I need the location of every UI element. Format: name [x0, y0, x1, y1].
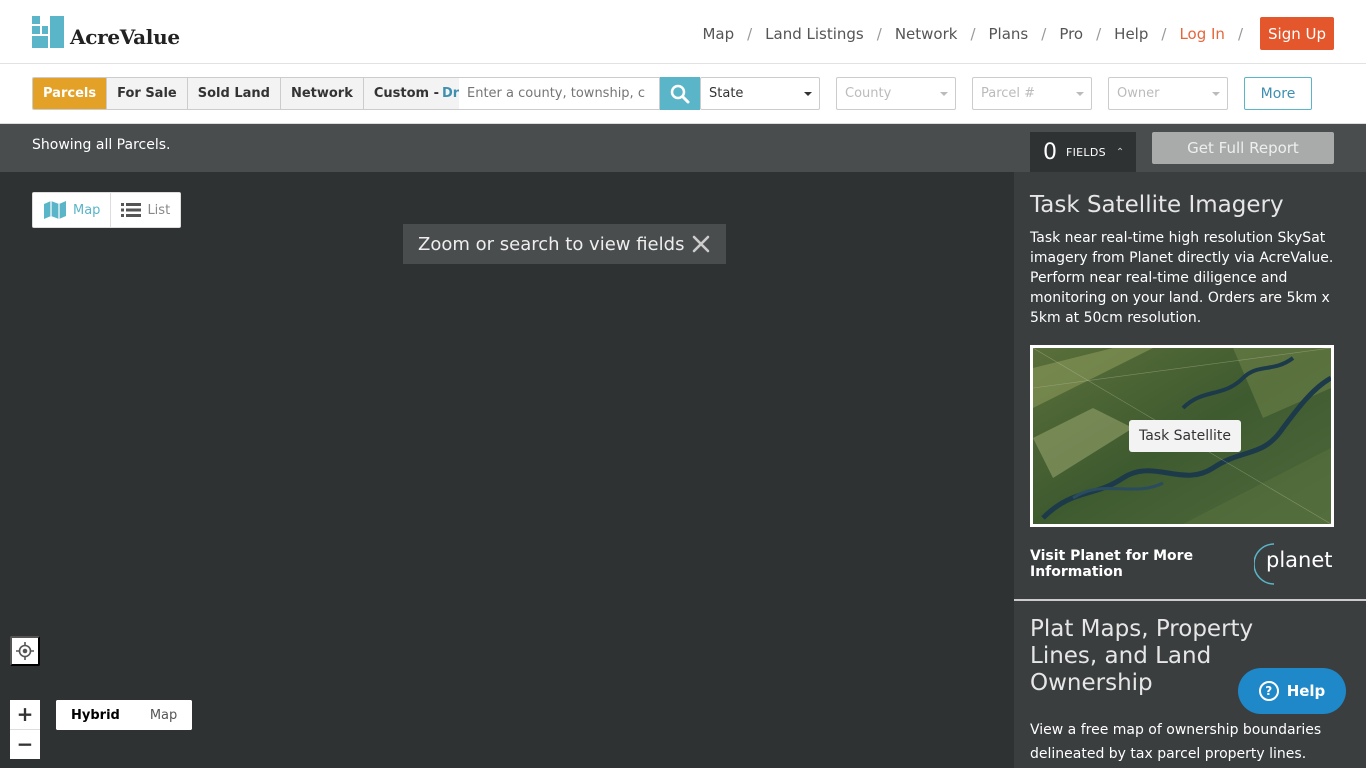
county-select[interactable]: County [836, 77, 956, 110]
header: AcreValue Map / Land Listings / Network … [0, 0, 1366, 64]
more-button[interactable]: More [1244, 77, 1312, 110]
nav-help[interactable]: Help [1114, 25, 1148, 43]
caret-down-icon [1212, 92, 1220, 96]
caret-down-icon [1076, 92, 1084, 96]
acrevalue-logo-icon [32, 16, 64, 48]
zoom-control: + − [10, 700, 40, 759]
zoom-in-button[interactable]: + [10, 700, 40, 729]
owner-select-value: Owner [1117, 86, 1160, 101]
nav-separator: / [1161, 24, 1167, 43]
crosshair-icon [16, 642, 34, 660]
fields-count: 0 [1043, 139, 1057, 165]
signup-button[interactable]: Sign Up [1260, 17, 1334, 50]
map-type-button[interactable]: Map [134, 700, 193, 730]
caret-down-icon [804, 92, 812, 96]
caret-down-icon [940, 92, 948, 96]
nav-login[interactable]: Log In [1179, 25, 1225, 43]
zoom-notice: Zoom or search to view fields [403, 224, 726, 264]
nav-separator: / [1096, 24, 1102, 43]
nav-pro[interactable]: Pro [1059, 25, 1083, 43]
nav-separator: / [1237, 24, 1243, 43]
nav-separator: / [1041, 24, 1047, 43]
planet-logo-text: planet [1266, 548, 1333, 572]
close-icon[interactable] [690, 233, 712, 255]
divider [1014, 599, 1366, 601]
zoom-out-button[interactable]: − [10, 730, 40, 759]
parcel-select[interactable]: Parcel # [972, 77, 1092, 110]
list-icon [121, 203, 142, 217]
sidebar-title: Task Satellite Imagery [1030, 192, 1284, 218]
parcel-select-value: Parcel # [981, 86, 1036, 101]
layer-for-sale-button[interactable]: For Sale [107, 78, 188, 109]
question-icon: ? [1258, 681, 1279, 701]
showing-text: Showing all Parcels. [32, 137, 171, 153]
locate-me-button[interactable] [10, 636, 40, 666]
nav-map[interactable]: Map [702, 25, 734, 43]
chevron-up-icon: ⌃ [1115, 146, 1125, 158]
search-input[interactable] [459, 77, 660, 110]
get-full-report-button[interactable]: Get Full Report [1152, 132, 1334, 164]
status-bar: Showing all Parcels. 0 FIELDS ⌃ Get Full… [0, 124, 1366, 172]
satellite-image[interactable]: Task Satellite [1030, 345, 1334, 527]
planet-logo[interactable]: planet [1254, 543, 1336, 585]
logo[interactable]: AcreValue [32, 16, 180, 49]
map-type-toggle: Hybrid Map [56, 700, 193, 730]
zoom-notice-text: Zoom or search to view fields [418, 233, 685, 255]
map-canvas[interactable]: Map List Zoom or search to view fields +… [0, 172, 1014, 768]
fields-tab[interactable]: 0 FIELDS ⌃ [1030, 132, 1136, 172]
view-toggle: Map List [32, 192, 182, 228]
nav-land-listings[interactable]: Land Listings [765, 25, 864, 43]
state-select[interactable]: State [700, 77, 820, 110]
nav-separator: / [970, 24, 976, 43]
owner-select[interactable]: Owner [1108, 77, 1228, 110]
map-view-label: Map [73, 202, 101, 218]
nav-separator: / [876, 24, 882, 43]
nav-separator: / [747, 24, 753, 43]
task-satellite-button[interactable]: Task Satellite [1129, 420, 1241, 452]
hybrid-button[interactable]: Hybrid [56, 700, 135, 730]
county-select-value: County [845, 86, 892, 101]
nav-plans[interactable]: Plans [989, 25, 1029, 43]
list-view-button[interactable]: List [111, 193, 181, 227]
sidebar-description-plat-maps: View a free map of ownership boundaries … [1030, 722, 1322, 762]
layer-network-button[interactable]: Network [280, 78, 364, 109]
sidebar-description: Task near real-time high resolution SkyS… [1030, 230, 1334, 326]
state-select-value: State [709, 86, 744, 101]
toolbar: Parcels For Sale Sold Land Network Custo… [0, 64, 1366, 124]
map-icon [44, 201, 66, 219]
layer-sold-land-button[interactable]: Sold Land [187, 78, 281, 109]
custom-label: Custom - [373, 86, 440, 101]
list-view-label: List [147, 202, 171, 218]
help-label: Help [1286, 682, 1326, 700]
layer-parcels-button[interactable]: Parcels [33, 78, 108, 109]
main-nav: Map / Land Listings / Network / Plans / … [702, 17, 1334, 50]
help-button[interactable]: ? Help [1238, 668, 1346, 714]
visit-planet-link[interactable]: Visit Planet for More Information [1030, 548, 1220, 580]
map-view-button[interactable]: Map [33, 193, 112, 227]
logo-text: AcreValue [70, 25, 180, 49]
fields-label: FIELDS [1066, 145, 1106, 159]
search-icon [670, 84, 690, 103]
layer-toggle-group: Parcels For Sale Sold Land Network Custo… [32, 77, 491, 110]
nav-network[interactable]: Network [895, 25, 958, 43]
search-button[interactable] [660, 77, 700, 110]
